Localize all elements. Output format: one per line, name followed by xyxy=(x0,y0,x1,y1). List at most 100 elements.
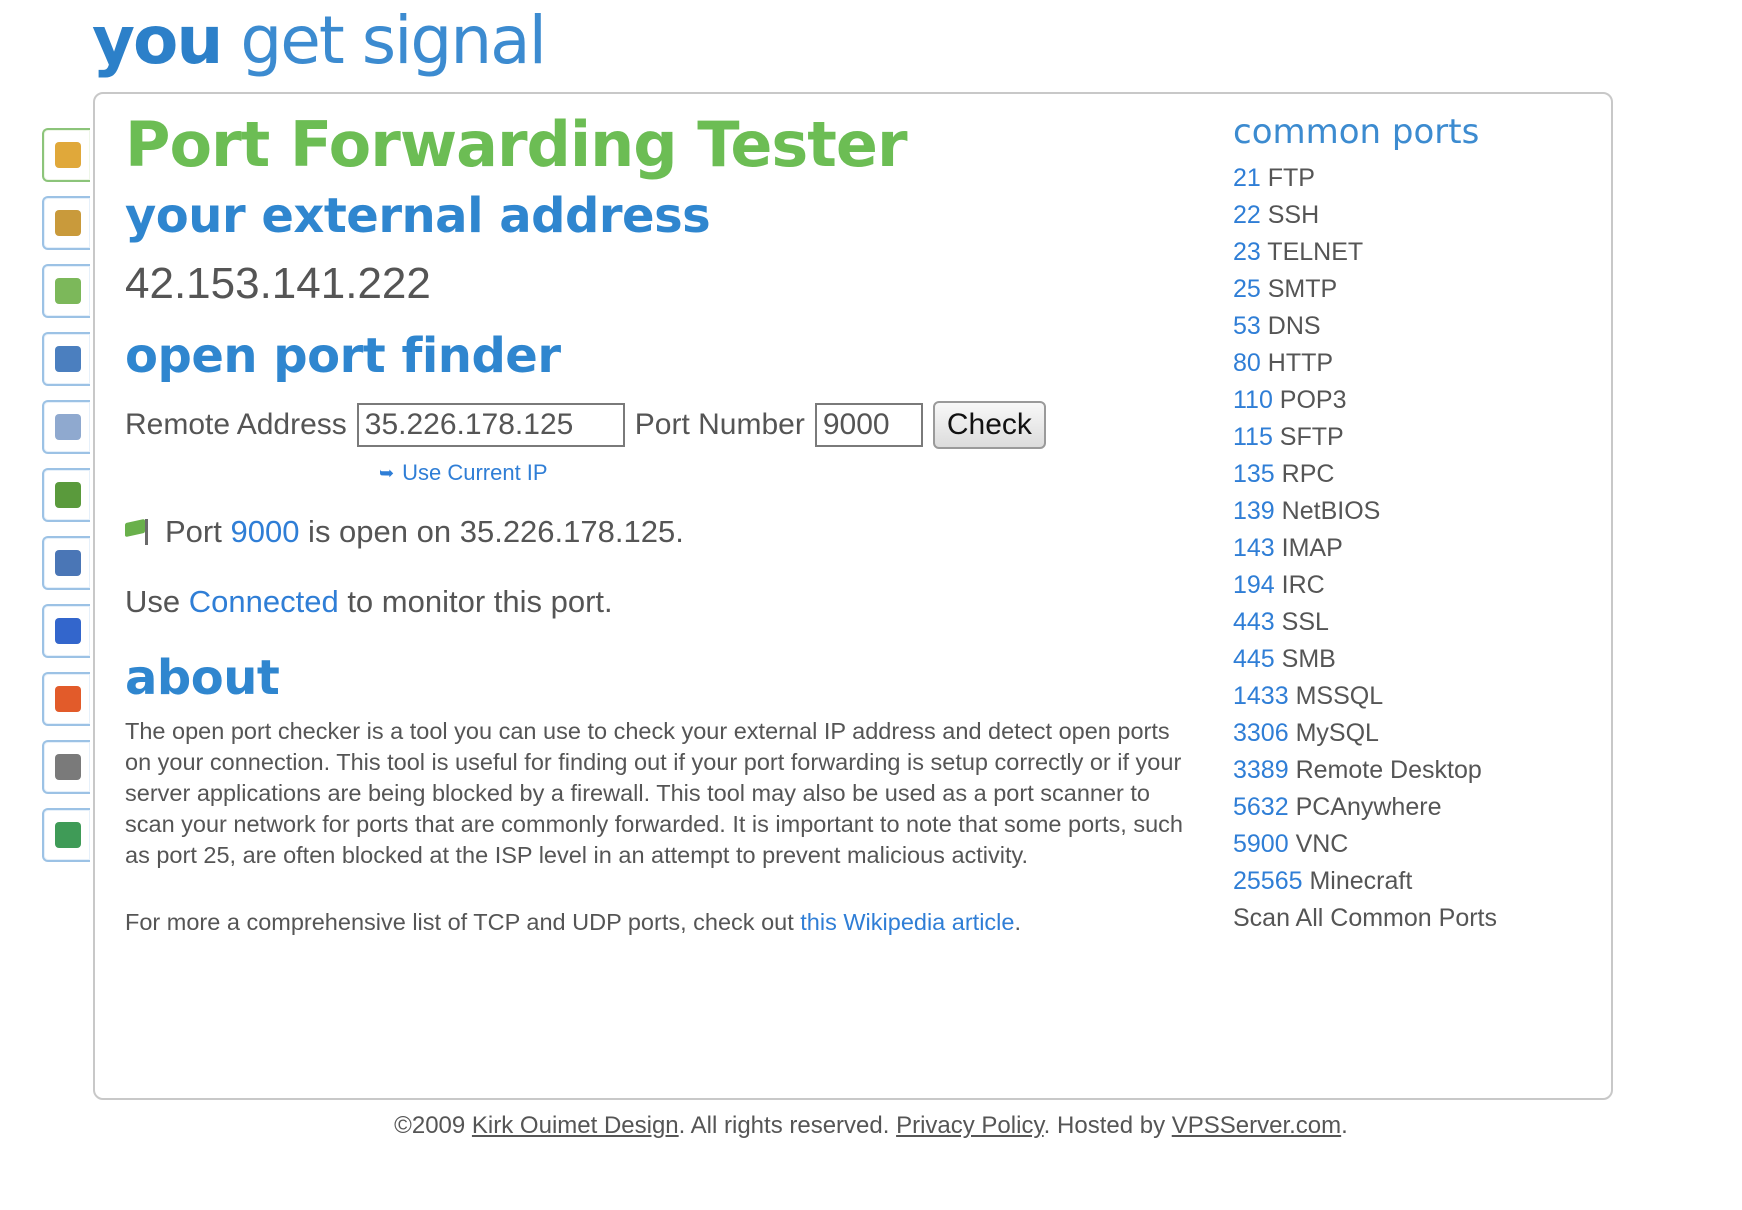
external-ip: 42.153.141.222 xyxy=(125,259,431,308)
map-route-icon xyxy=(55,278,81,304)
printer-icon xyxy=(55,754,81,780)
about-heading: about xyxy=(125,650,280,706)
sidebar-tool-button[interactable] xyxy=(42,264,90,318)
phone-icon xyxy=(55,346,81,372)
sidebar-tool-button[interactable] xyxy=(42,128,90,182)
help-icon xyxy=(55,550,81,576)
sidebar-tool-button[interactable] xyxy=(42,332,90,386)
port-list-item: 80 HTTP xyxy=(1233,345,1573,382)
return-arrow-icon: ➥ xyxy=(379,462,395,483)
sidebar-tool-button[interactable] xyxy=(42,672,90,726)
port-list-item: 110 POP3 xyxy=(1233,382,1573,419)
remote-address-label: Remote Address xyxy=(125,408,347,441)
port-number-link[interactable]: 194 xyxy=(1233,571,1275,599)
tool-sidebar xyxy=(42,128,98,876)
google-icon xyxy=(55,618,81,644)
result-port-link[interactable]: 9000 xyxy=(230,514,299,550)
port-number-link[interactable]: 443 xyxy=(1233,608,1275,636)
monitor-text: Use Connected to monitor this port. xyxy=(125,584,1215,620)
port-number-link[interactable]: 21 xyxy=(1233,164,1261,192)
port-number-input[interactable] xyxy=(814,403,923,447)
port-service-name: IRC xyxy=(1274,571,1325,599)
wikipedia-link[interactable]: this Wikipedia article xyxy=(800,909,1014,935)
port-service-name: Minecraft xyxy=(1302,867,1413,895)
port-list-item: 23 TELNET xyxy=(1233,234,1573,271)
sidebar-tool-button[interactable] xyxy=(42,604,90,658)
port-list-item: 25 SMTP xyxy=(1233,271,1573,308)
footer-hosted: . Hosted by xyxy=(1043,1112,1172,1139)
port-service-name: Remote Desktop xyxy=(1288,756,1482,784)
port-list-item: 5900 VNC xyxy=(1233,826,1573,863)
port-service-name: RPC xyxy=(1274,460,1335,488)
port-list-item: 25565 Minecraft xyxy=(1233,863,1573,900)
port-number-link[interactable]: 1433 xyxy=(1233,682,1289,710)
about-paragraph: The open port checker is a tool you can … xyxy=(125,718,1183,868)
green-flag-icon xyxy=(125,518,153,545)
logo-you: you xyxy=(92,2,223,79)
port-list-item: 5632 PCAnywhere xyxy=(1233,789,1573,826)
port-number-link[interactable]: 445 xyxy=(1233,645,1275,673)
port-number-link[interactable]: 115 xyxy=(1233,423,1273,451)
more-suffix: . xyxy=(1014,909,1021,935)
port-number-link[interactable]: 23 xyxy=(1233,238,1261,266)
port-number-link[interactable]: 25565 xyxy=(1233,867,1303,895)
more-info-paragraph: For more a comprehensive list of TCP and… xyxy=(125,909,1215,936)
sidebar-tool-button[interactable] xyxy=(42,808,90,862)
port-service-name: PCAnywhere xyxy=(1288,793,1442,821)
port-number-link[interactable]: 139 xyxy=(1233,497,1275,525)
site-logo[interactable]: you get signal xyxy=(92,0,547,82)
result-suffix: is open on 35.226.178.125. xyxy=(299,514,684,549)
main-content: Port Forwarding Tester your external add… xyxy=(125,104,1215,936)
check-button[interactable]: Check xyxy=(932,401,1046,449)
privacy-policy-link[interactable]: Privacy Policy xyxy=(896,1112,1044,1139)
more-prefix: For more a comprehensive list of TCP and… xyxy=(125,909,801,935)
port-service-name: MSSQL xyxy=(1288,682,1384,710)
port-list-item: 115 SFTP xyxy=(1233,419,1573,456)
port-service-name: VNC xyxy=(1288,830,1349,858)
port-list-item: 139 NetBIOS xyxy=(1233,493,1573,530)
port-number-link[interactable]: 53 xyxy=(1233,312,1261,340)
connected-link[interactable]: Connected xyxy=(189,584,339,619)
use-current-ip-link[interactable]: ➥ Use Current IP xyxy=(379,460,1215,486)
port-number-link[interactable]: 110 xyxy=(1233,386,1273,414)
port-number-link[interactable]: 25 xyxy=(1233,275,1261,303)
monitor-prefix: Use xyxy=(125,584,189,619)
sidebar-tool-button[interactable] xyxy=(42,196,90,250)
port-service-name: IMAP xyxy=(1274,534,1343,562)
port-list-item: 1433 MSSQL xyxy=(1233,678,1573,715)
sidebar-tool-button[interactable] xyxy=(42,740,90,794)
sidebar-tool-button[interactable] xyxy=(42,536,90,590)
port-list-item: 194 IRC xyxy=(1233,567,1573,604)
open-port-finder-heading: open port finder xyxy=(125,328,561,384)
scan-all-ports-link[interactable]: Scan All Common Ports xyxy=(1233,900,1573,937)
monitor-suffix: to monitor this port. xyxy=(338,584,613,619)
mail-icon xyxy=(55,414,81,440)
port-number-link[interactable]: 3389 xyxy=(1233,756,1289,784)
port-number-link[interactable]: 80 xyxy=(1233,349,1261,377)
main-panel: Port Forwarding Tester your external add… xyxy=(93,92,1613,1100)
port-list-item: 22 SSH xyxy=(1233,197,1573,234)
port-service-name: SSH xyxy=(1260,201,1320,229)
port-number-link[interactable]: 3306 xyxy=(1233,719,1289,747)
footer-end: . xyxy=(1341,1112,1348,1139)
port-list-item: 21 FTP xyxy=(1233,160,1573,197)
remote-address-input[interactable] xyxy=(356,403,625,447)
port-result: Port 9000 is open on 35.226.178.125. xyxy=(125,514,1215,550)
footer-rights: . All rights reserved. xyxy=(678,1112,897,1139)
footer-copyright: ©2009 xyxy=(394,1112,472,1139)
host-link[interactable]: VPSServer.com xyxy=(1172,1112,1341,1139)
port-number-link[interactable]: 143 xyxy=(1233,534,1275,562)
port-number-link[interactable]: 5900 xyxy=(1233,830,1289,858)
logo-get-signal: get signal xyxy=(240,2,547,79)
port-service-name: MySQL xyxy=(1288,719,1379,747)
port-list-item: 443 SSL xyxy=(1233,604,1573,641)
sidebar-tool-button[interactable] xyxy=(42,468,90,522)
sidebar-tool-button[interactable] xyxy=(42,400,90,454)
port-list-item: 53 DNS xyxy=(1233,308,1573,345)
port-number-link[interactable]: 135 xyxy=(1233,460,1275,488)
port-number-link[interactable]: 5632 xyxy=(1233,793,1289,821)
company-link[interactable]: Kirk Ouimet Design xyxy=(472,1112,679,1139)
port-number-link[interactable]: 22 xyxy=(1233,201,1261,229)
windows-icon xyxy=(55,686,81,712)
common-ports-panel: common ports 21 FTP 22 SSH 23 TELNET 25 SMT… xyxy=(1233,110,1573,937)
